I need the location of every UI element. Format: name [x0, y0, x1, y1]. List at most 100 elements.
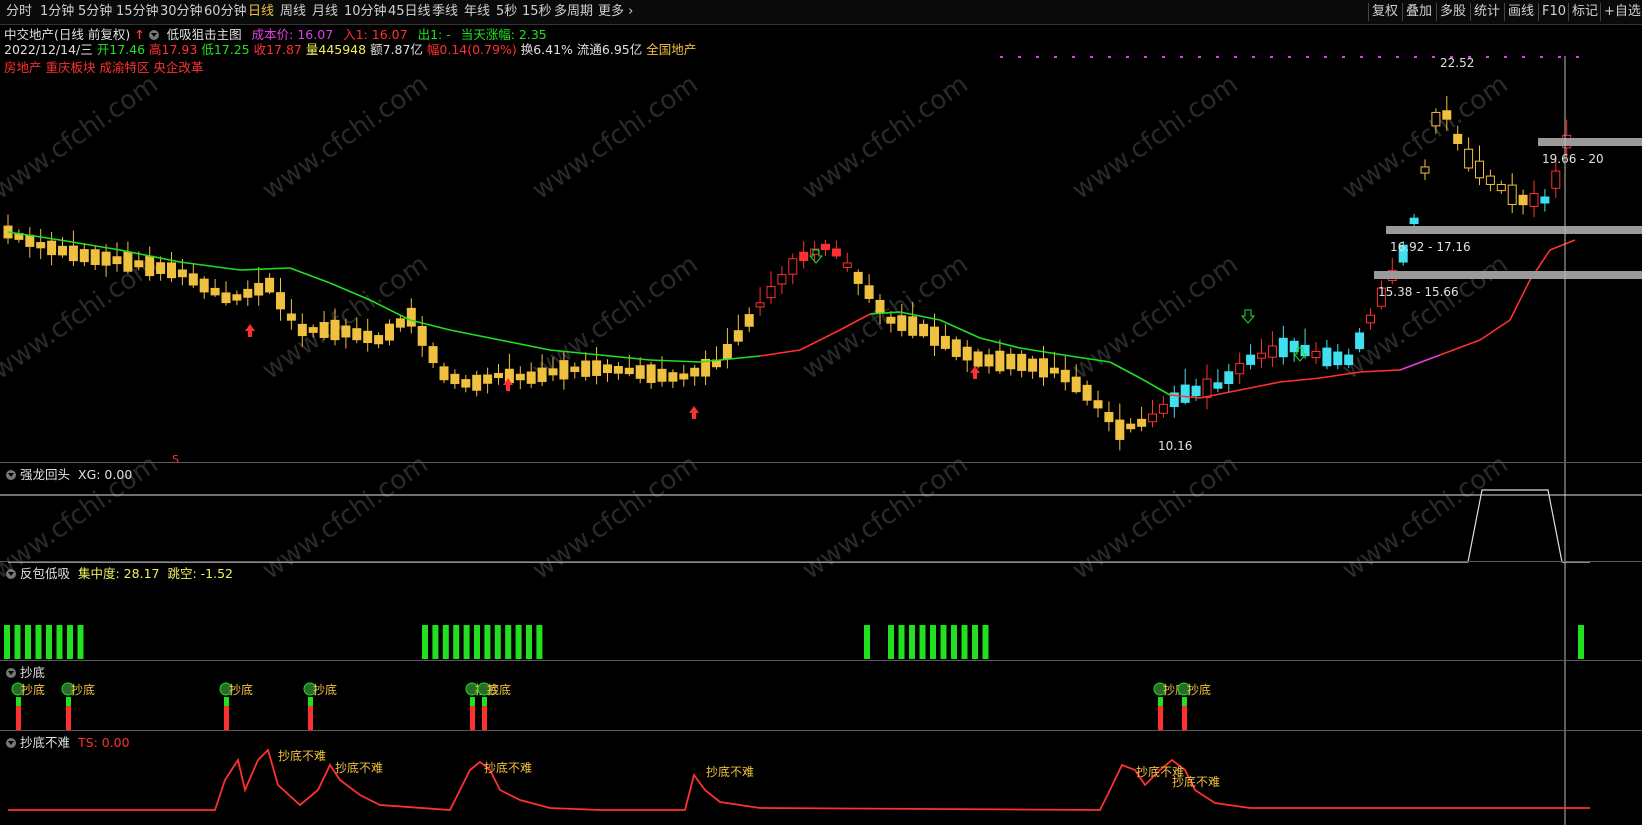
collapse-icon[interactable] [6, 738, 16, 748]
candle-body [788, 258, 798, 275]
candle-body [515, 373, 525, 381]
candle-body [145, 255, 155, 277]
candle-body [864, 285, 874, 299]
candle-body [374, 335, 384, 345]
ma-line-segment [759, 349, 801, 357]
candle-body [1028, 358, 1038, 372]
candle-body [897, 315, 907, 331]
signal-dot [1036, 56, 1039, 58]
watermark-text: www.cfchi.com [1337, 449, 1514, 585]
chaodi-bar-top [16, 697, 21, 706]
candle-body [461, 379, 471, 388]
price-zone-label: 16.92 - 17.16 [1390, 240, 1471, 254]
chaodi-bar [308, 705, 313, 730]
panel-divider [0, 730, 1642, 731]
ma-line-segment [1479, 319, 1511, 341]
candle-body [1039, 358, 1048, 378]
chaodi-label: 抄底 [313, 682, 337, 697]
chaodi-bar [224, 705, 229, 730]
kline-chart[interactable]: www.cfchi.com www.cfchi.com www.cfchi.com w… [0, 0, 1642, 825]
candle-body [1202, 378, 1212, 398]
fanbao-bar [67, 625, 73, 659]
fanbao-bar [888, 625, 894, 659]
candle-body [297, 323, 307, 337]
high-price-label: 22.52 [1440, 56, 1474, 70]
candle-body [1115, 419, 1125, 440]
candle-body [908, 316, 918, 336]
fanbao-bar [526, 625, 532, 659]
chaodi-label: 抄底 [229, 682, 253, 697]
collapse-icon[interactable] [6, 668, 16, 678]
watermark-text: www.cfchi.com [797, 249, 974, 385]
chaodi-bar-top [470, 697, 475, 706]
candle-body [570, 366, 580, 372]
signal-dot [1180, 56, 1183, 58]
signal-dot [1360, 56, 1363, 58]
signal-dot [1090, 56, 1093, 58]
chaodi-bar-top [1182, 697, 1187, 706]
fanbao-bar [77, 625, 84, 659]
candle-body [243, 288, 253, 298]
candle-body [417, 325, 427, 346]
chaodibunan-label: 抄底不难 [706, 764, 754, 779]
candle-body [668, 372, 678, 382]
candle-body [483, 374, 493, 384]
candle-body [1104, 412, 1114, 423]
candle-body [842, 262, 852, 268]
chaodi-bar-top [482, 697, 487, 706]
candle-body [1137, 418, 1147, 427]
candle-body [472, 374, 482, 391]
candle-body [853, 271, 863, 284]
collapse-icon[interactable] [6, 569, 16, 579]
candle-body [265, 277, 275, 293]
signal-dot [1558, 56, 1561, 58]
signal-dot [1072, 56, 1075, 58]
candle-body [646, 364, 656, 383]
collapse-icon[interactable] [6, 470, 16, 480]
candle-body [1322, 347, 1332, 367]
fanbao-bar [432, 625, 439, 659]
fanbao-bar [536, 625, 543, 659]
signal-dot [1054, 56, 1057, 58]
signal-dot [1252, 56, 1255, 58]
candle-body [548, 368, 558, 376]
candle-body [1180, 384, 1190, 403]
candle-body [1355, 332, 1365, 350]
chaodibunan-label: 抄底不难 [335, 760, 383, 775]
candle-body [341, 325, 351, 338]
fanbao-bar [35, 625, 42, 659]
candle-body [439, 366, 449, 381]
signal-dot [1324, 56, 1327, 58]
watermark-text: www.cfchi.com [1337, 249, 1514, 385]
price-zone-bar [1538, 138, 1642, 146]
ma-line-segment [1509, 279, 1531, 321]
watermark-text: www.cfchi.com [1337, 69, 1514, 205]
candle-body [831, 248, 841, 257]
signal-dot [1396, 56, 1399, 58]
candle-body [1006, 353, 1016, 370]
candle-body [58, 245, 67, 256]
candle-body [276, 292, 285, 310]
chaodibunan-label: 抄底不难 [1172, 774, 1220, 789]
signal-dot [1234, 56, 1237, 58]
candle-body [36, 242, 46, 249]
candle-body [624, 367, 634, 375]
candle-body [134, 260, 144, 268]
candle-body [973, 351, 983, 367]
candle-body [1049, 367, 1059, 374]
signal-dot [1000, 56, 1003, 58]
low-price-label: 10.16 [1158, 439, 1192, 453]
signal-dot [1108, 56, 1111, 58]
candle-body [962, 346, 972, 361]
ma-line-segment [1549, 239, 1576, 251]
candle-body [1060, 369, 1070, 383]
signal-dot [1306, 56, 1309, 58]
signal-dot [1342, 56, 1345, 58]
watermark-text: www.cfchi.com [257, 69, 434, 205]
signal-dot [1378, 56, 1381, 58]
candle-body [428, 346, 438, 364]
candle-body [494, 372, 503, 379]
fanbao-bar [463, 625, 470, 659]
candle-body [581, 360, 591, 377]
candle-body [1529, 193, 1539, 207]
